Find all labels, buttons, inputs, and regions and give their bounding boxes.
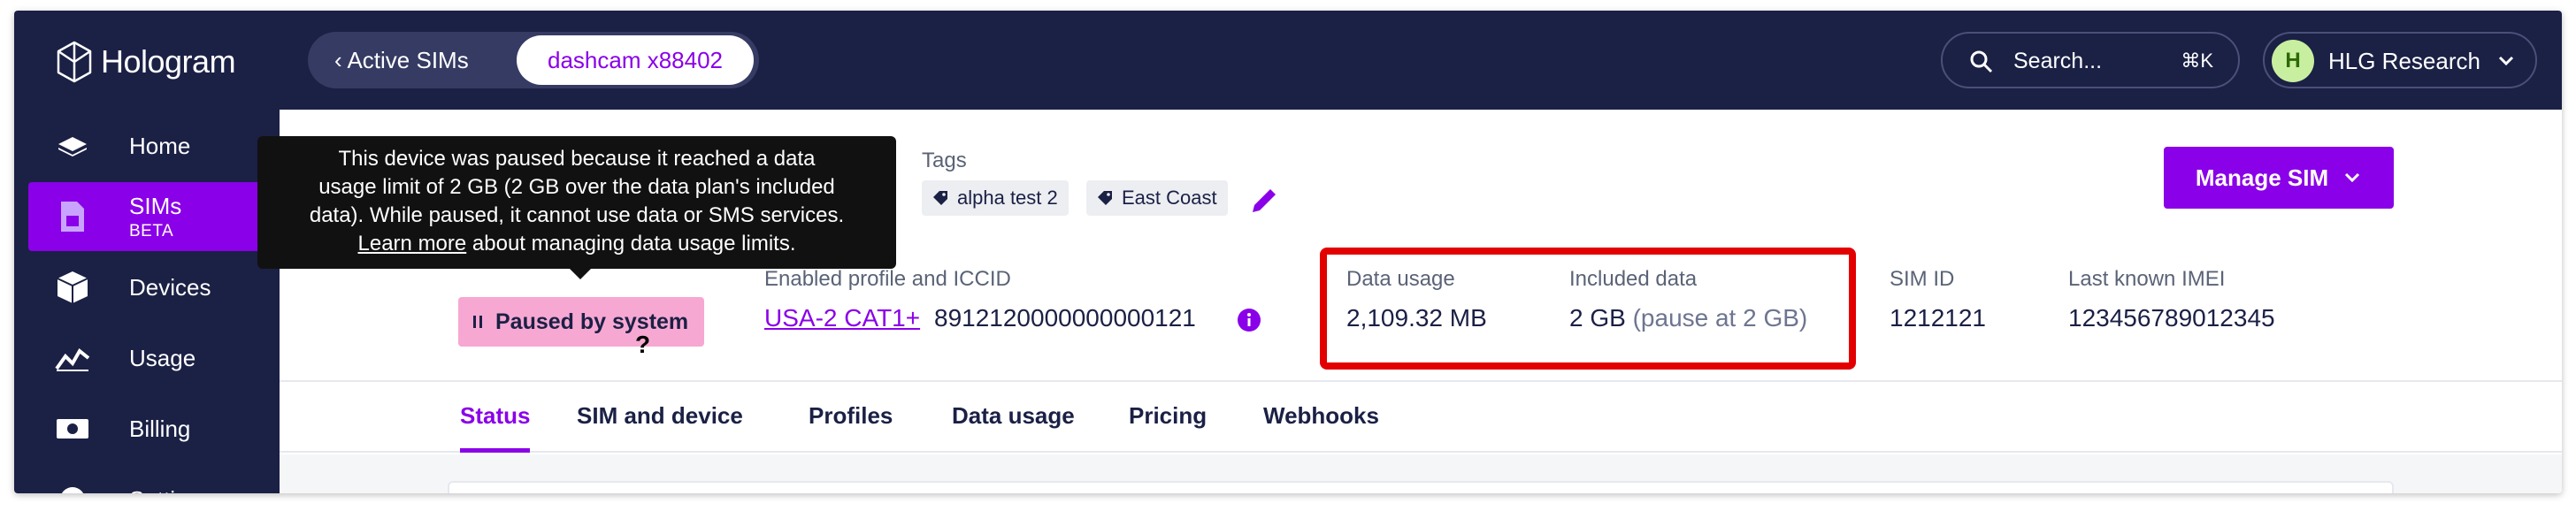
search-shortcut: ⌘K <box>2181 50 2213 72</box>
tab-status[interactable]: Status <box>460 382 531 453</box>
tooltip-line: This device was paused because it reache… <box>338 147 816 171</box>
tag-icon <box>933 191 947 205</box>
tab-sim-and-device[interactable]: SIM and device <box>577 382 743 453</box>
sim-id-label: SIM ID <box>1890 267 1955 291</box>
sidebar-item-label: Home <box>129 132 191 159</box>
sidebar: Hologram Home SIMs BETA Devices Usage Bi… <box>14 11 280 493</box>
pause-threshold-note: (pause at 2 GB) <box>1632 304 1808 332</box>
avatar: H <box>2272 40 2314 82</box>
info-icon[interactable] <box>1237 308 1261 332</box>
settings-icon <box>53 480 92 493</box>
data-usage-label: Data usage <box>1346 267 1455 291</box>
search-placeholder: Search... <box>2013 49 2103 73</box>
org-switcher[interactable]: H HLG Research <box>2263 32 2537 88</box>
chevron-down-icon <box>2498 56 2514 66</box>
tab-webhooks[interactable]: Webhooks <box>1263 382 1379 453</box>
tab-pricing[interactable]: Pricing <box>1129 382 1207 453</box>
tab-data-usage[interactable]: Data usage <box>952 382 1075 453</box>
sidebar-item-devices[interactable]: Devices <box>28 253 269 322</box>
search-input[interactable]: Search... ⌘K <box>1941 32 2240 88</box>
chevron-down-icon <box>2345 172 2360 183</box>
tooltip-arrow <box>568 267 593 279</box>
sidebar-item-label: SIMs <box>129 192 182 219</box>
sidebar-item-settings[interactable]: Settings <box>28 465 269 493</box>
imei-label: Last known IMEI <box>2068 267 2226 291</box>
status-tooltip: This device was paused because it reache… <box>257 136 896 269</box>
tooltip-line: usage limit of 2 GB (2 GB over the data … <box>318 175 835 199</box>
sidebar-item-usage[interactable]: Usage <box>28 324 269 393</box>
search-icon <box>1970 50 1993 73</box>
tag-chip[interactable]: East Coast <box>1086 180 1228 216</box>
learn-more-link[interactable]: Learn more <box>358 232 467 256</box>
help-cursor-icon: ? <box>635 331 651 358</box>
tooltip-line: about managing data usage limits. <box>466 232 796 256</box>
imei-value: 123456789012345 <box>2068 304 2275 332</box>
profile-label: Enabled profile and ICCID <box>764 267 1011 291</box>
logo-text: Hologram <box>101 43 236 80</box>
sidebar-item-label: Usage <box>129 344 196 371</box>
sidebar-item-label: Settings <box>129 486 212 494</box>
pause-icon <box>473 316 482 328</box>
beta-badge: BETA <box>129 221 174 240</box>
sidebar-item-billing[interactable]: Billing <box>28 394 269 463</box>
app-window: Hologram Home SIMs BETA Devices Usage Bi… <box>14 11 2562 493</box>
included-data-label: Included data <box>1569 267 1698 291</box>
tags-label: Tags <box>922 149 967 172</box>
tag-icon <box>1098 191 1112 205</box>
chevron-left-icon: ‹ <box>334 47 348 73</box>
edit-tags-pencil-icon[interactable] <box>1249 186 1279 216</box>
sidebar-item-sims[interactable]: SIMs BETA <box>28 182 269 251</box>
sidebar-item-home[interactable]: Home <box>28 111 269 180</box>
profile-link[interactable]: USA-2 CAT1+ <box>764 304 920 332</box>
breadcrumb-current: dashcam x88402 <box>517 35 754 85</box>
content-card <box>448 481 2394 493</box>
top-bar: ‹ Active SIMs dashcam x88402 Search... ⌘… <box>280 11 2562 110</box>
breadcrumb-back-link[interactable]: ‹ Active SIMs <box>334 32 469 88</box>
sim-icon <box>53 197 92 236</box>
device-icon <box>53 268 92 307</box>
billing-icon <box>53 409 92 448</box>
sim-id-value: 1212121 <box>1890 304 1987 332</box>
logo[interactable]: Hologram <box>57 41 236 83</box>
org-name: HLG Research <box>2328 48 2480 74</box>
usage-icon <box>53 339 92 378</box>
sidebar-item-label: Devices <box>129 273 211 301</box>
manage-sim-button[interactable]: Manage SIM <box>2164 147 2394 209</box>
included-data-value: 2 GB (pause at 2 GB) <box>1569 304 1808 332</box>
sidebar-item-label: Billing <box>129 415 191 442</box>
home-icon <box>53 126 92 165</box>
tag-chip[interactable]: alpha test 2 <box>922 180 1069 216</box>
iccid-value: 8912120000000000121 <box>934 304 1196 332</box>
tab-profiles[interactable]: Profiles <box>809 382 893 453</box>
tooltip-line: data). While paused, it cannot use data … <box>309 203 845 227</box>
data-usage-value: 2,109.32 MB <box>1346 304 1487 332</box>
breadcrumb: ‹ Active SIMs dashcam x88402 <box>308 32 759 88</box>
status-badge[interactable]: Paused by system <box>458 297 704 347</box>
tab-bar: Status SIM and device Profiles Data usag… <box>280 380 2562 453</box>
hologram-logo-icon <box>57 41 92 83</box>
